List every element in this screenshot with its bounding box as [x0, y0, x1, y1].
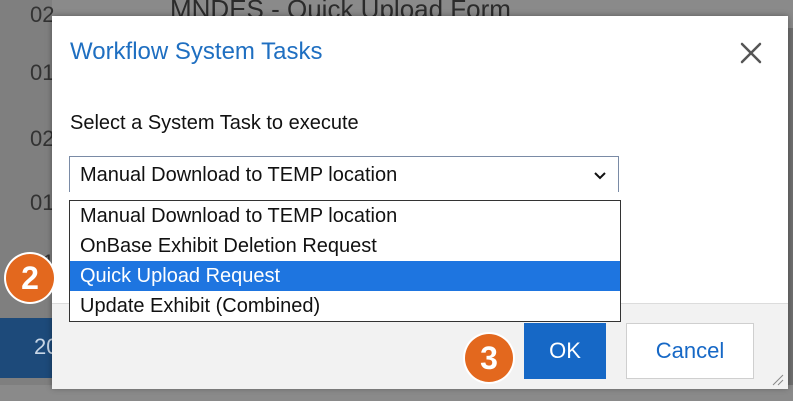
select-prompt: Select a System Task to execute	[70, 112, 359, 134]
system-task-dropdown: Manual Download to TEMP location OnBase …	[69, 200, 621, 322]
dialog-title: Workflow System Tasks	[70, 38, 323, 65]
dropdown-option-manual-download[interactable]: Manual Download to TEMP location	[70, 201, 620, 231]
dropdown-option-onbase-exhibit-deletion[interactable]: OnBase Exhibit Deletion Request	[70, 231, 620, 261]
background-side-digit: 02	[30, 126, 55, 151]
dropdown-option-update-exhibit[interactable]: Update Exhibit (Combined)	[70, 291, 620, 321]
close-icon	[740, 42, 762, 64]
resize-grip-icon[interactable]	[770, 372, 784, 386]
select-value: Manual Download to TEMP location	[80, 164, 398, 186]
workflow-system-tasks-dialog: Workflow System Tasks Select a System Ta…	[52, 16, 788, 389]
step-badge-2: 2	[6, 254, 54, 302]
background-side-digit: 01	[30, 60, 55, 85]
background-side-digit: 01	[30, 190, 55, 215]
close-button[interactable]	[736, 38, 766, 68]
ok-button[interactable]: OK	[524, 323, 606, 379]
system-task-select[interactable]: Manual Download to TEMP location	[69, 156, 619, 192]
cancel-button[interactable]: Cancel	[626, 323, 754, 379]
background-blue-strip: 20	[0, 318, 58, 378]
dropdown-option-quick-upload[interactable]: Quick Upload Request	[70, 261, 620, 291]
step-badge-3: 3	[465, 334, 513, 382]
background-side-digit: 02	[30, 2, 55, 27]
chevron-down-icon	[594, 172, 606, 180]
